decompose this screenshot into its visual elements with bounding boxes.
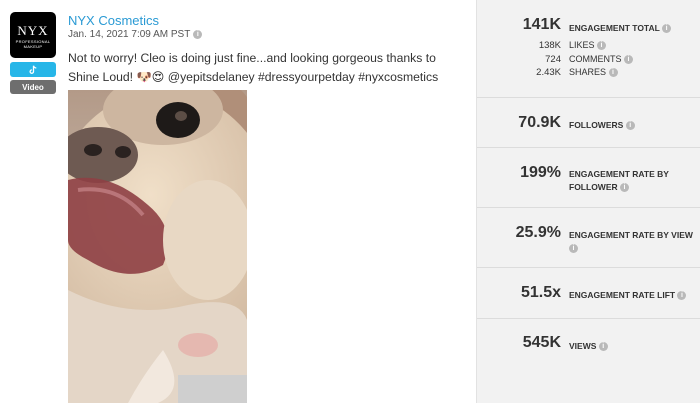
post-card: NYX PROFESSIONAL MAKEUP Video NYX Cosmet… [0, 0, 476, 403]
info-icon[interactable]: i [677, 291, 687, 301]
tiktok-icon [29, 65, 37, 74]
views-label: VIEWS i [569, 340, 699, 353]
er-follower-label: ENGAGEMENT RATE BY FOLLOWER i [569, 168, 699, 194]
followers-value: 70.9K [518, 114, 561, 131]
followers-block: 70.9K FOLLOWERS i [477, 98, 700, 148]
comments-label: COMMENTS i [569, 54, 634, 65]
views-block: 545K VIEWS i [477, 319, 700, 369]
platform-badge [10, 62, 56, 77]
er-lift-label: ENGAGEMENT RATE LIFT i [569, 289, 699, 302]
post-date-text: Jan. 14, 2021 7:09 AM PST [68, 29, 191, 40]
er-lift-block: 51.5x ENGAGEMENT RATE LIFT i [477, 268, 700, 319]
views-value: 545K [522, 334, 561, 351]
author-link[interactable]: NYX Cosmetics [68, 13, 159, 28]
er-view-label: ENGAGEMENT RATE BY VIEW i [569, 229, 699, 255]
followers-label: FOLLOWERS i [569, 119, 699, 132]
brand-logo-text: NYX [17, 23, 49, 38]
info-icon[interactable]: i [620, 183, 630, 193]
likes-value: 138K [538, 40, 561, 51]
post-caption: Not to worry! Cleo is doing just fine...… [68, 51, 439, 84]
engagement-total-label-text: ENGAGEMENT TOTAL [569, 23, 660, 33]
comments-label-text: COMMENTS [569, 54, 622, 64]
post-date: Jan. 14, 2021 7:09 AM PST i [68, 29, 203, 40]
likes-label: LIKES i [569, 40, 607, 51]
er-follower-label-text: ENGAGEMENT RATE BY FOLLOWER [569, 169, 669, 192]
dog-photo [68, 90, 247, 403]
er-follower-value: 199% [520, 164, 561, 181]
media-type-badge: Video [10, 80, 56, 94]
likes-label-text: LIKES [569, 40, 595, 50]
info-icon[interactable]: i [624, 55, 634, 65]
info-icon[interactable]: i [662, 24, 672, 34]
shares-value: 2.43K [536, 67, 561, 78]
stats-panel: 141K ENGAGEMENT TOTAL i 138K LIKES i 724… [476, 0, 700, 403]
shares-label: SHARES i [569, 67, 618, 78]
er-view-label-text: ENGAGEMENT RATE BY VIEW [569, 230, 693, 240]
engagement-total-block: 141K ENGAGEMENT TOTAL i 138K LIKES i 724… [477, 0, 700, 98]
post-video-thumbnail[interactable] [68, 90, 247, 403]
er-lift-value: 51.5x [520, 284, 561, 301]
info-icon[interactable]: i [608, 68, 618, 78]
info-icon[interactable]: i [625, 121, 635, 131]
followers-label-text: FOLLOWERS [569, 120, 624, 130]
brand-logo-subtext: PROFESSIONAL MAKEUP [15, 39, 51, 49]
views-label-text: VIEWS [569, 341, 597, 351]
er-follower-block: 199% ENGAGEMENT RATE BY FOLLOWER i [477, 148, 700, 208]
info-icon[interactable]: i [597, 41, 607, 51]
info-icon[interactable]: i [569, 244, 578, 254]
brand-avatar[interactable]: NYX PROFESSIONAL MAKEUP [10, 12, 56, 58]
er-view-value: 25.9% [515, 224, 561, 241]
er-view-block: 25.9% ENGAGEMENT RATE BY VIEW i [477, 208, 700, 268]
info-icon[interactable]: i [598, 342, 608, 352]
engagement-total-value: 141K [522, 16, 561, 33]
comments-value: 724 [545, 54, 561, 65]
er-lift-label-text: ENGAGEMENT RATE LIFT [569, 290, 676, 300]
engagement-total-label: ENGAGEMENT TOTAL i [569, 22, 699, 35]
info-icon[interactable]: i [193, 30, 203, 39]
shares-label-text: SHARES [569, 67, 607, 77]
